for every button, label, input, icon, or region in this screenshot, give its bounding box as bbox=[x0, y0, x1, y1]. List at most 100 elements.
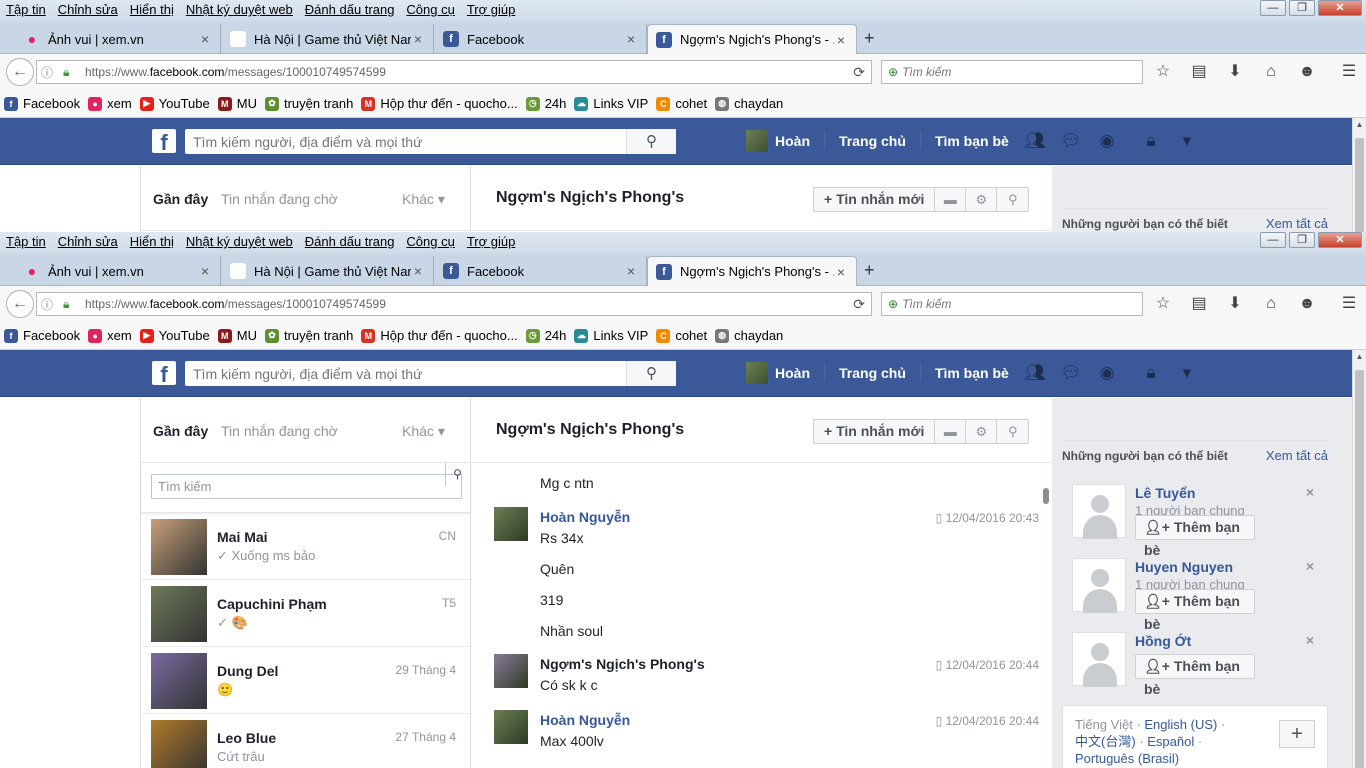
tab-other[interactable]: Khác ▾ bbox=[402, 191, 445, 208]
bookmark-item[interactable]: ✿ truyện tranh bbox=[264, 96, 353, 111]
hamburger-menu-icon[interactable]: ☰ bbox=[1338, 294, 1360, 314]
gear-icon[interactable]: ⚙ bbox=[966, 420, 998, 443]
lock-icon[interactable]: 🔒︎ bbox=[63, 65, 77, 80]
bookmark-item[interactable]: ◷ 24h bbox=[525, 328, 566, 343]
language-link[interactable]: English (US) bbox=[1144, 717, 1217, 732]
avatar[interactable] bbox=[494, 654, 528, 688]
conversation-scrollbar[interactable] bbox=[1043, 488, 1049, 504]
close-icon[interactable]: × bbox=[1306, 632, 1314, 648]
menu-item[interactable]: Trợ giúp bbox=[461, 234, 522, 249]
add-friend-button[interactable]: 👤︎+ Thêm bạn bè bbox=[1135, 654, 1255, 697]
search-icon[interactable]: ⚲ bbox=[445, 463, 469, 486]
fb-search-input[interactable] bbox=[185, 133, 625, 150]
tab-pending[interactable]: Tin nhắn đang chờ bbox=[221, 191, 338, 207]
profile-link[interactable]: Hoàn bbox=[775, 365, 810, 381]
avatar[interactable] bbox=[494, 507, 528, 541]
browser-tab[interactable]: f Facebook × bbox=[435, 24, 647, 54]
reload-icon[interactable]: ⟳ bbox=[853, 64, 865, 81]
scroll-up-icon[interactable]: ▲ bbox=[1353, 118, 1366, 132]
minimize-button[interactable]: — bbox=[1260, 0, 1286, 16]
address-bar[interactable]: ⓘ 🔒︎ https://www.facebook.com/messages/100… bbox=[36, 60, 872, 84]
close-window-button[interactable]: ✕ bbox=[1318, 0, 1362, 16]
search-icon[interactable]: ⚲ bbox=[626, 361, 676, 386]
account-dropdown-icon[interactable]: ▾ bbox=[1174, 130, 1200, 152]
find-friends-link[interactable]: Tìm bạn bè bbox=[935, 133, 1009, 149]
address-bar[interactable]: ⓘ 🔒︎ https://www.facebook.com/messages/100… bbox=[36, 292, 872, 316]
bookmark-item[interactable]: ◍ chaydan bbox=[715, 328, 783, 343]
menu-item[interactable]: Chỉnh sửa bbox=[52, 2, 124, 17]
bookmark-item[interactable]: M Hộp thư đến - quocho... bbox=[361, 96, 518, 111]
search-engine-icon[interactable]: ⊕ bbox=[888, 297, 898, 311]
thread-item[interactable]: Leo Blue Cứt trâu 27 Tháng 4 bbox=[141, 714, 470, 768]
search-icon[interactable]: ⚲ bbox=[997, 420, 1028, 443]
video-call-icon[interactable]: ▬ bbox=[935, 420, 967, 443]
home-icon[interactable]: ⌂ bbox=[1260, 62, 1282, 82]
browser-search-input[interactable] bbox=[902, 297, 1123, 311]
hamburger-menu-icon[interactable]: ☰ bbox=[1338, 62, 1360, 82]
menu-item[interactable]: Đánh dấu trang bbox=[299, 234, 401, 249]
suggestion-name[interactable]: Hồng Ớt bbox=[1135, 633, 1191, 649]
bookmark-item[interactable]: f Facebook bbox=[4, 96, 80, 111]
browser-tab[interactable]: ● Ảnh vui | xem.vn × bbox=[16, 256, 221, 286]
menu-item[interactable]: Tập tin bbox=[0, 2, 52, 17]
menu-item[interactable]: Công cụ bbox=[400, 2, 460, 17]
bookmark-star-icon[interactable]: ☆ bbox=[1152, 294, 1174, 314]
see-all-link[interactable]: Xem tất cả bbox=[1266, 216, 1328, 231]
page-scrollbar[interactable]: ▲ bbox=[1352, 118, 1366, 232]
bookmark-item[interactable]: Ccohet bbox=[656, 96, 707, 111]
privacy-lock-icon[interactable]: 🔒︎ bbox=[1138, 130, 1164, 152]
menu-item[interactable]: Công cụ bbox=[400, 234, 460, 249]
browser-tab[interactable]: Hà Nội | Game thủ Việt Nam- ...× bbox=[222, 24, 434, 54]
browser-search[interactable]: ⊕ bbox=[881, 60, 1143, 84]
bookmarks-list-icon[interactable]: ▤ bbox=[1188, 294, 1210, 314]
info-icon[interactable]: ⓘ bbox=[41, 64, 59, 81]
bookmark-item[interactable]: M MU bbox=[217, 328, 257, 343]
find-friends-link[interactable]: Tìm bạn bè bbox=[935, 365, 1009, 381]
menu-item[interactable]: Nhật ký duyệt web bbox=[180, 2, 299, 17]
thread-item[interactable]: Dung Del 🙂 29 Tháng 4 bbox=[141, 647, 470, 714]
search-icon[interactable]: ⚲ bbox=[997, 188, 1028, 211]
chat-icon[interactable]: ☻ bbox=[1296, 294, 1318, 314]
download-icon[interactable]: ⬇ bbox=[1224, 62, 1246, 82]
globe-notifications-icon[interactable]: ◉ bbox=[1094, 130, 1120, 152]
close-tab-icon[interactable]: × bbox=[198, 31, 212, 47]
thread-item[interactable]: Capuchini Phạm ✓ 🎨 T5 bbox=[141, 580, 470, 647]
tab-recent[interactable]: Gần đây bbox=[153, 423, 208, 439]
privacy-lock-icon[interactable]: 🔒︎ bbox=[1138, 362, 1164, 384]
suggestion-name[interactable]: Lê Tuyển bbox=[1135, 485, 1195, 501]
tab-other[interactable]: Khác ▾ bbox=[402, 423, 445, 440]
close-tab-icon[interactable]: × bbox=[624, 263, 638, 279]
scroll-up-icon[interactable]: ▲ bbox=[1353, 350, 1366, 364]
close-tab-icon[interactable]: × bbox=[834, 264, 848, 280]
close-tab-icon[interactable]: × bbox=[834, 32, 848, 48]
messages-icon[interactable]: 💬︎ bbox=[1058, 130, 1084, 152]
friend-requests-icon[interactable]: 👥︎ bbox=[1022, 130, 1048, 152]
globe-notifications-icon[interactable]: ◉ bbox=[1094, 362, 1120, 384]
new-message-button[interactable]: + Tin nhắn mới bbox=[814, 188, 936, 211]
browser-tab[interactable]: f Ngợm's Ngịch's Phong's - ... × bbox=[647, 24, 857, 54]
menu-item[interactable]: Hiển thị bbox=[124, 2, 180, 17]
close-tab-icon[interactable]: × bbox=[411, 31, 425, 47]
suggestion-name[interactable]: Huyen Nguyen bbox=[1135, 559, 1233, 575]
bookmark-item[interactable]: ▶ YouTube bbox=[139, 96, 210, 111]
search-engine-icon[interactable]: ⊕ bbox=[888, 65, 898, 79]
add-language-button[interactable]: + bbox=[1279, 720, 1315, 748]
menu-item[interactable]: Đánh dấu trang bbox=[299, 2, 401, 17]
home-link[interactable]: Trang chủ bbox=[839, 133, 906, 149]
messages-icon[interactable]: 💬︎ bbox=[1058, 362, 1084, 384]
new-tab-button[interactable]: + bbox=[864, 260, 875, 281]
page-scrollbar[interactable]: ▲ bbox=[1352, 350, 1366, 768]
profile-link[interactable]: Hoàn bbox=[775, 133, 810, 149]
tab-pending[interactable]: Tin nhắn đang chờ bbox=[221, 423, 338, 439]
add-friend-button[interactable]: 👤︎+ Thêm bạn bè bbox=[1135, 515, 1255, 558]
tab-recent[interactable]: Gần đây bbox=[153, 191, 208, 207]
fb-search-input[interactable] bbox=[185, 365, 625, 382]
browser-tab[interactable]: f Ngợm's Ngịch's Phong's - ... × bbox=[647, 256, 857, 286]
bookmark-item[interactable]: f Facebook bbox=[4, 328, 80, 343]
browser-search[interactable]: ⊕ bbox=[881, 292, 1143, 316]
facebook-logo-icon[interactable]: f bbox=[152, 129, 176, 155]
search-icon[interactable]: ⚲ bbox=[626, 129, 676, 154]
language-link[interactable]: Português (Brasil) bbox=[1075, 751, 1179, 766]
avatar[interactable] bbox=[1072, 484, 1126, 539]
video-call-icon[interactable]: ▬ bbox=[935, 188, 967, 211]
